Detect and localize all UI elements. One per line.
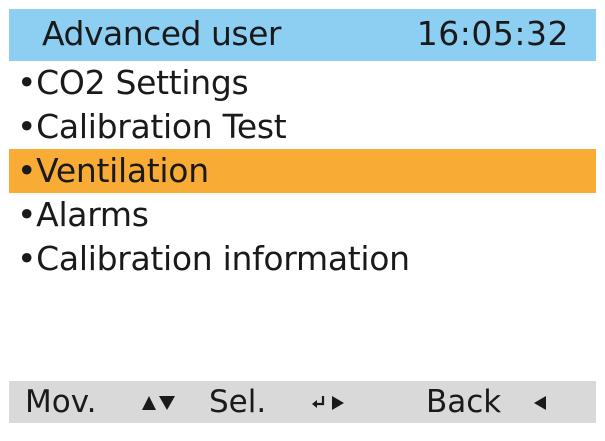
select-label: Sel.	[209, 384, 267, 420]
page-title: Advanced user	[42, 14, 281, 53]
device-screen: Advanced user 16:05:32 •CO2 Settings •Ca…	[9, 9, 596, 423]
enter-icon	[311, 381, 347, 413]
menu-item-alarms[interactable]: •Alarms	[9, 193, 596, 237]
menu-list: •CO2 Settings •Calibration Test •Ventila…	[9, 61, 596, 281]
menu-item-calibration-information[interactable]: •Calibration information	[9, 237, 596, 281]
menu-item-calibration-test[interactable]: •Calibration Test	[9, 105, 596, 149]
menu-item-ventilation[interactable]: •Ventilation	[9, 149, 596, 193]
back-label: Back	[426, 384, 502, 420]
footer-bar: Mov. Sel. Back	[9, 381, 596, 423]
header-bar: Advanced user 16:05:32	[9, 9, 596, 61]
menu-item-co2-settings[interactable]: •CO2 Settings	[9, 61, 596, 105]
up-down-arrows-icon	[142, 381, 176, 413]
clock: 16:05:32	[416, 14, 569, 53]
move-label: Mov.	[25, 384, 97, 420]
left-triangle-icon	[534, 381, 548, 413]
